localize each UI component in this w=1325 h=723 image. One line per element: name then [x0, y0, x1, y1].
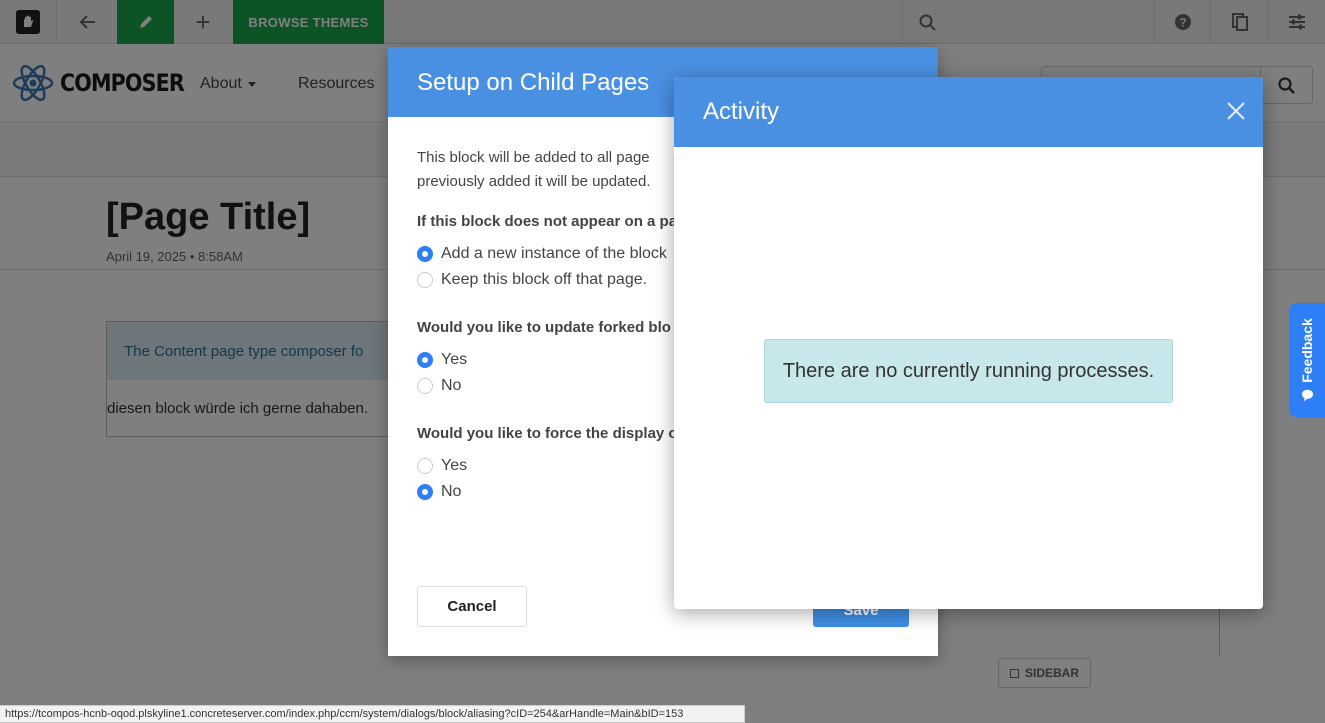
radio-label: Keep this block off that page.: [441, 271, 648, 288]
radio-update-forked-no[interactable]: No: [417, 377, 461, 395]
feedback-tab[interactable]: Feedback: [1289, 303, 1325, 417]
question-update-forked: Would you like to update forked blo: [417, 319, 671, 336]
radio-unchecked[interactable]: [417, 272, 433, 288]
browser-status-url: https://tcompos-hcnb-oqod.plskyline1.con…: [0, 705, 745, 723]
no-processes-alert: There are no currently running processes…: [764, 339, 1173, 403]
question-missing-block: If this block does not appear on a pa: [417, 213, 678, 230]
radio-label: No: [441, 377, 462, 394]
radio-label: No: [441, 483, 462, 500]
close-icon[interactable]: [1226, 101, 1246, 121]
radio-force-display-yes[interactable]: Yes: [417, 457, 467, 475]
dialog-header: Activity: [674, 77, 1263, 147]
radio-force-display-no[interactable]: No: [417, 483, 461, 501]
cancel-button[interactable]: Cancel: [417, 586, 527, 627]
radio-update-forked-yes[interactable]: Yes: [417, 351, 467, 369]
dialog-title: Activity: [703, 98, 780, 125]
radio-unchecked[interactable]: [417, 378, 433, 394]
speech-bubble-icon: [1301, 389, 1313, 402]
radio-label: Yes: [441, 457, 468, 474]
radio-checked[interactable]: [417, 484, 433, 500]
radio-label: Add a new instance of the block: [441, 245, 667, 262]
radio-checked[interactable]: [417, 246, 433, 262]
radio-keep-block-off[interactable]: Keep this block off that page.: [417, 271, 647, 289]
dialog-intro-line: This block will be added to all page: [417, 149, 650, 166]
dialog-title: Setup on Child Pages: [417, 69, 650, 96]
feedback-label: Feedback: [1299, 318, 1315, 383]
activity-dialog: Activity There are no currently running …: [674, 77, 1263, 609]
radio-add-new-instance[interactable]: Add a new instance of the block: [417, 245, 667, 263]
dialog-intro-line: previously added it will be updated.: [417, 173, 651, 190]
question-force-display: Would you like to force the display o: [417, 425, 678, 442]
radio-unchecked[interactable]: [417, 458, 433, 474]
radio-checked[interactable]: [417, 352, 433, 368]
radio-label: Yes: [441, 351, 468, 368]
